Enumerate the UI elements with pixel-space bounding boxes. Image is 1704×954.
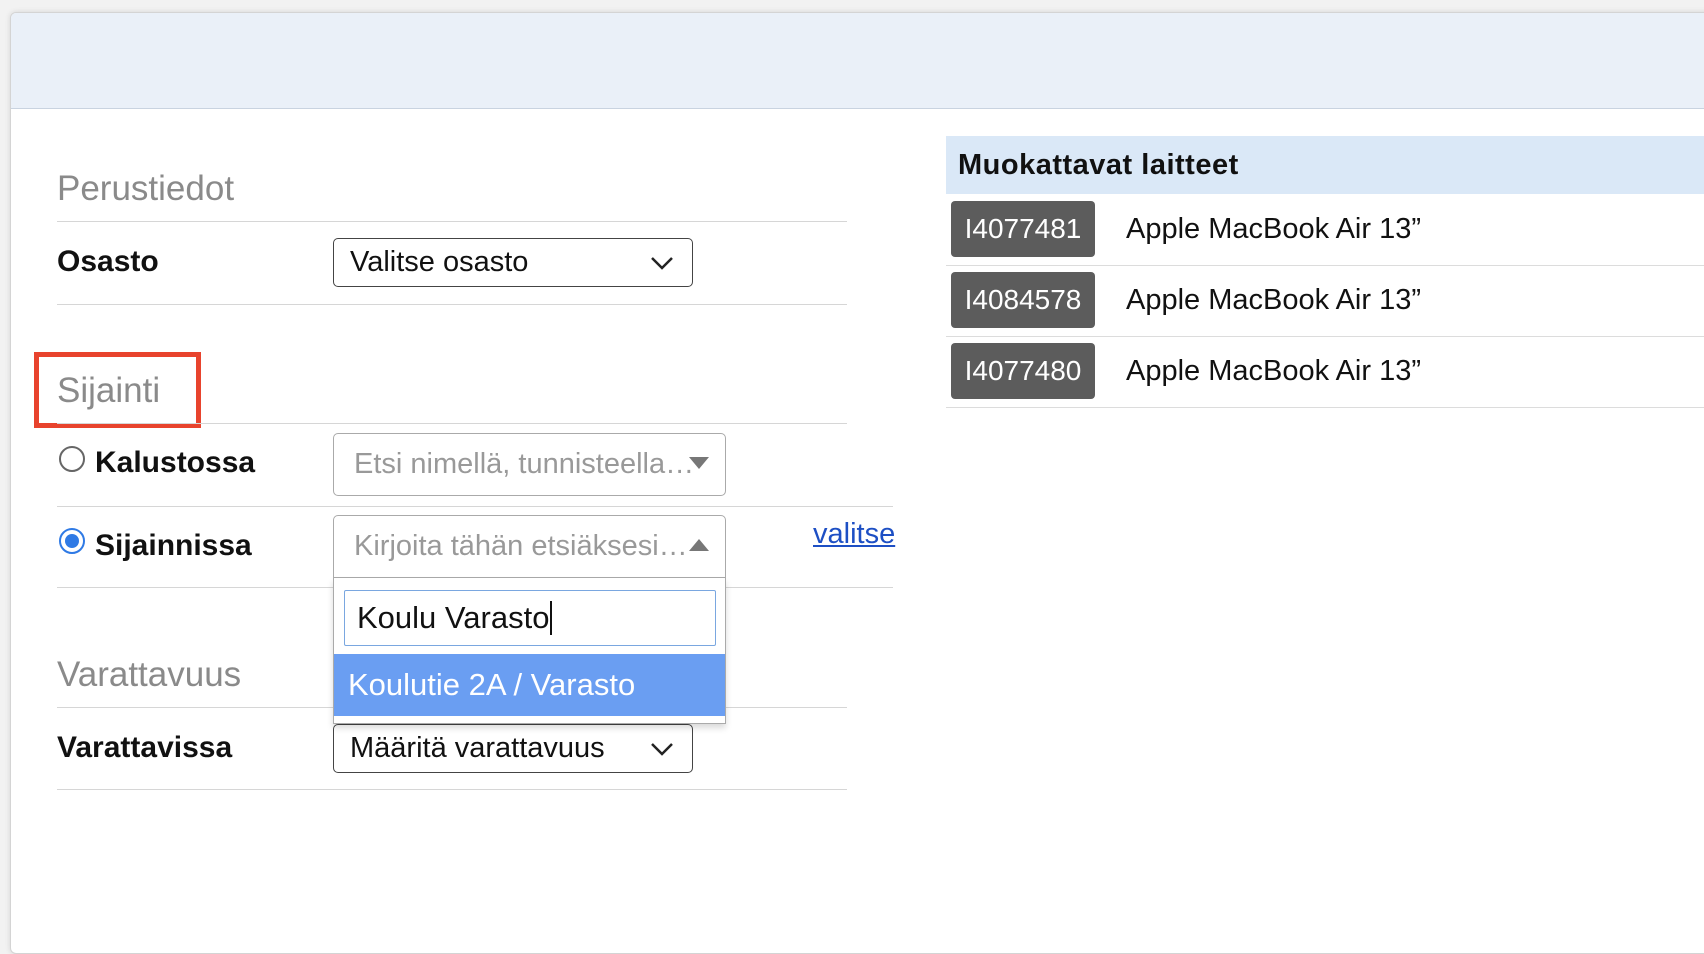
divider: [57, 506, 893, 507]
triangle-up-icon: [689, 538, 709, 551]
bookable-select-value: Määritä varattavuus: [350, 732, 605, 764]
equipment-search-placeholder: Etsi nimellä, tunnisteella…: [354, 448, 695, 480]
radio-location[interactable]: [59, 528, 85, 554]
device-row[interactable]: I4077480 Apple MacBook Air 13”: [946, 336, 1704, 408]
radio-location-label[interactable]: Sijainnissa: [95, 529, 252, 563]
location-dropdown: Koulu Varasto Koulutie 2A / Varasto: [333, 578, 726, 724]
divider: [57, 789, 847, 790]
device-row[interactable]: I4084578 Apple MacBook Air 13”: [946, 265, 1704, 337]
bookable-select[interactable]: Määritä varattavuus: [333, 724, 693, 773]
divider: [57, 423, 847, 424]
radio-equipment[interactable]: [59, 446, 85, 472]
divider: [57, 221, 847, 222]
department-label: Osasto: [57, 245, 159, 278]
section-title-availability: Varattavuus: [57, 655, 242, 694]
equipment-search-combobox[interactable]: Etsi nimellä, tunnisteella…: [333, 433, 726, 496]
dropdown-search-value: Koulu Varasto: [357, 600, 550, 635]
chevron-down-icon: [651, 256, 673, 270]
top-bar: [11, 13, 1704, 109]
app-window: Perustiedot Osasto Valitse osasto Sijain…: [10, 12, 1704, 954]
choose-link[interactable]: valitse: [813, 518, 895, 551]
section-title-basic: Perustiedot: [57, 169, 235, 208]
radio-equipment-label[interactable]: Kalustossa: [95, 446, 255, 480]
location-search-combobox[interactable]: Kirjoita tähän etsiäksesi…: [333, 515, 726, 578]
location-search-placeholder: Kirjoita tähän etsiäksesi…: [354, 530, 688, 562]
text-caret: [550, 601, 552, 635]
device-row[interactable]: I4077481 Apple MacBook Air 13”: [946, 194, 1704, 266]
device-name: Apple MacBook Air 13”: [1126, 213, 1421, 245]
bookable-label: Varattavissa: [57, 731, 233, 764]
device-id-badge: I4077481: [951, 201, 1095, 257]
device-name: Apple MacBook Air 13”: [1126, 355, 1421, 387]
dropdown-option[interactable]: Koulutie 2A / Varasto: [334, 654, 725, 716]
dropdown-search-input[interactable]: Koulu Varasto: [344, 590, 716, 646]
department-select[interactable]: Valitse osasto: [333, 238, 693, 287]
highlight-box: [34, 352, 201, 428]
department-select-value: Valitse osasto: [350, 246, 529, 278]
divider: [57, 304, 847, 305]
devices-panel-title: Muokattavat laitteet: [946, 136, 1704, 194]
device-id-badge: I4077480: [951, 343, 1095, 399]
device-name: Apple MacBook Air 13”: [1126, 284, 1421, 316]
chevron-down-icon: [651, 742, 673, 756]
triangle-down-icon: [689, 456, 709, 469]
device-id-badge: I4084578: [951, 272, 1095, 328]
